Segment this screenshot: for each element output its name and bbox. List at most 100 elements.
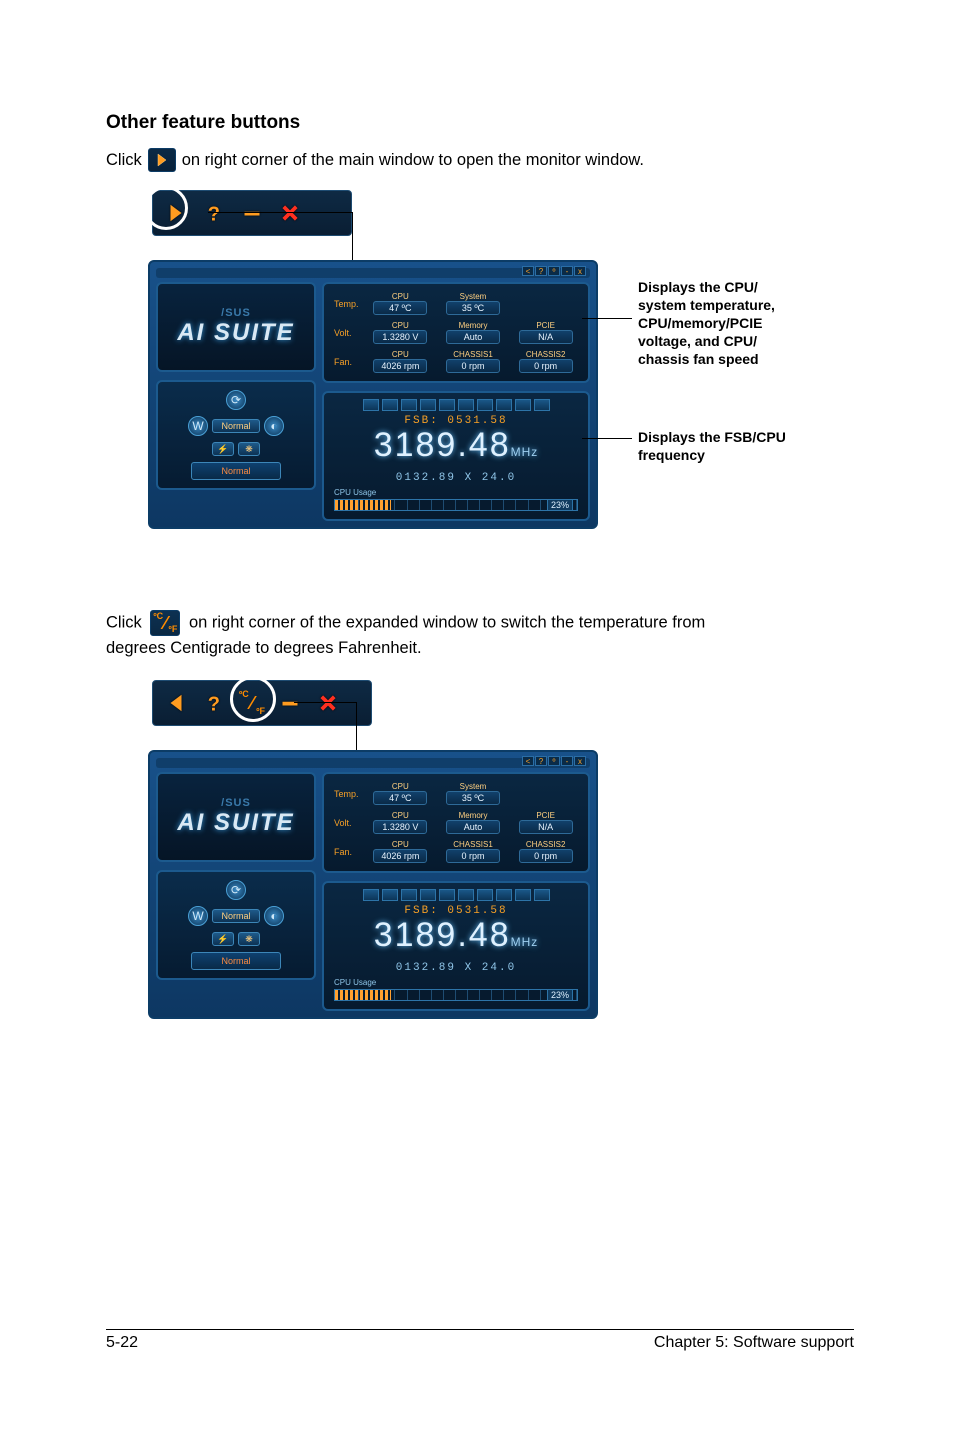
cpu-frequency-value: 3189.48MHz <box>334 427 578 470</box>
dial-icon: ⟳ <box>226 880 246 900</box>
dial-icon: ⟳ <box>226 390 246 410</box>
cpu-frequency-value: 3189.48MHz <box>334 917 578 960</box>
fahrenheit-glyph: ºF <box>169 625 178 634</box>
leader-line <box>582 318 632 319</box>
asus-logo-text: /SUS <box>221 797 251 809</box>
ai-suite-window: < ? º - x /SUS AI SUITE ⟳ <box>148 750 598 1019</box>
row-label-volt: Volt. <box>334 818 360 828</box>
chip-header: CHASSIS2 <box>526 350 566 359</box>
chip-header: Memory <box>459 321 488 330</box>
multiplier-value: 0132.89 X 24.0 <box>334 472 578 484</box>
usage-percent: 23% <box>547 499 573 511</box>
minimize-icon: - <box>561 266 573 276</box>
left-pane: /SUS AI SUITE ⟳ W Normal ◐ ⚡ <box>156 772 316 1011</box>
expand-arrow-icon <box>148 148 176 172</box>
chip-header: PCIE <box>536 321 555 330</box>
cpu-temp-value: 47 ºC <box>373 301 427 315</box>
window-titlebar: < ? º - x <box>156 758 590 768</box>
leader-line <box>352 212 353 262</box>
celsius-glyph: ºC <box>239 690 249 699</box>
cpu-volt-value: 1.3280 V <box>373 330 427 344</box>
chip-header: CHASSIS1 <box>453 840 493 849</box>
gauge-icon: ◐ <box>264 906 284 926</box>
leader-line <box>294 702 356 703</box>
slash-icon: ⁄ <box>164 611 167 635</box>
decorative-blocks <box>334 399 578 411</box>
chip-header: CHASSIS1 <box>453 350 493 359</box>
window-titlebar: < ? º - x <box>156 268 590 278</box>
pcie-volt-value: N/A <box>519 820 573 834</box>
water-icon: W <box>188 416 208 436</box>
instr1-prefix: Click <box>106 149 142 171</box>
help-icon: ? <box>535 266 547 276</box>
callout-text: frequency <box>638 447 705 463</box>
usage-percent: 23% <box>547 989 573 1001</box>
ai-suite-logo-text: AI SUITE <box>177 319 294 347</box>
figure-1: ? < ? º - x /SUS AI SU <box>142 190 854 550</box>
frequency-panel: FSB: 0531.58 3189.48MHz 0132.89 X 24.0 C… <box>322 391 590 521</box>
asus-logo-text: /SUS <box>221 307 251 319</box>
left-pane: /SUS AI SUITE ⟳ W Normal ◐ ⚡ <box>156 282 316 521</box>
temp-unit-icon: º <box>548 266 560 276</box>
chip-header: CPU <box>392 321 409 330</box>
close-icon <box>275 198 305 228</box>
callout-text: chassis fan speed <box>638 351 759 367</box>
system-temp-value: 35 ºC <box>446 791 500 805</box>
control-cluster: ⟳ W Normal ◐ ⚡ ❋ Normal <box>156 870 316 980</box>
document-page: Other feature buttons Click on right cor… <box>0 0 954 1438</box>
cpu-usage-label: CPU Usage <box>334 978 578 987</box>
temp-unit-toggle-icon: ºC ⁄ ºF <box>237 688 267 718</box>
slash-icon: ⁄ <box>250 693 253 714</box>
freq-number: 3189.48 <box>374 426 511 464</box>
cpu-temp-value: 47 ºC <box>373 791 427 805</box>
normal-button[interactable]: Normal <box>191 462 281 480</box>
freq-number: 3189.48 <box>374 916 511 954</box>
cpu-fan-value: 4026 rpm <box>373 849 427 863</box>
normal-button[interactable]: Normal <box>191 952 281 970</box>
section-heading: Other feature buttons <box>106 112 854 134</box>
ai-suite-window: < ? º - x /SUS AI SUITE ⟳ <box>148 260 598 529</box>
water-icon: W <box>188 906 208 926</box>
help-icon: ? <box>535 756 547 766</box>
collapse-icon: < <box>522 756 534 766</box>
chassis2-fan-value: 0 rpm <box>519 359 573 373</box>
mhz-unit: MHz <box>511 935 539 949</box>
instruction-2: Click ºC ⁄ ºF on right corner of the exp… <box>106 610 854 660</box>
callout-text: Displays the CPU/ <box>638 279 758 295</box>
mhz-unit: MHz <box>511 445 539 459</box>
callout-text: system temperature, <box>638 297 775 313</box>
leader-line <box>582 438 632 439</box>
window-mini-controls: < ? º - x <box>522 266 586 276</box>
chip-header: Memory <box>459 811 488 820</box>
row-label-fan: Fan. <box>334 357 360 367</box>
fan-icon: ❋ <box>238 932 260 946</box>
row-label-temp: Temp. <box>334 789 360 799</box>
fahrenheit-glyph: ºF <box>256 707 265 716</box>
page-number: 5-22 <box>106 1334 138 1352</box>
ai-suite-logo-text: AI SUITE <box>177 809 294 837</box>
mem-volt-value: Auto <box>446 820 500 834</box>
sensor-panel: Temp. CPU47 ºC System35 ºC Volt. CPU1.32… <box>322 282 590 383</box>
logo-panel: /SUS AI SUITE <box>156 772 316 862</box>
temp-unit-toggle-icon: ºC ⁄ ºF <box>150 610 180 636</box>
chip-header: System <box>460 782 487 791</box>
chip-header: CPU <box>392 350 409 359</box>
chip-header: CPU <box>392 840 409 849</box>
logo-panel: /SUS AI SUITE <box>156 282 316 372</box>
help-icon: ? <box>199 688 229 718</box>
figure-2: ? ºC ⁄ ºF < ? º - x <box>142 680 854 1050</box>
instr1-suffix: on right corner of the main window to op… <box>182 149 644 171</box>
minimize-icon: - <box>561 756 573 766</box>
row-label-volt: Volt. <box>334 328 360 338</box>
chapter-label: Chapter 5: Software support <box>654 1334 854 1352</box>
collapse-icon: < <box>522 266 534 276</box>
callout-frequency: Displays the FSB/CPU frequency <box>638 428 786 464</box>
cpu-usage-bar: 23% <box>334 499 578 511</box>
celsius-glyph: ºC <box>153 612 163 621</box>
system-temp-value: 35 ºC <box>446 301 500 315</box>
sensor-panel: Temp. CPU47 ºC System35 ºC Volt. CPU1.32… <box>322 772 590 873</box>
leader-line <box>208 212 352 213</box>
close-icon <box>313 688 343 718</box>
multiplier-value: 0132.89 X 24.0 <box>334 962 578 974</box>
cpu-volt-value: 1.3280 V <box>373 820 427 834</box>
